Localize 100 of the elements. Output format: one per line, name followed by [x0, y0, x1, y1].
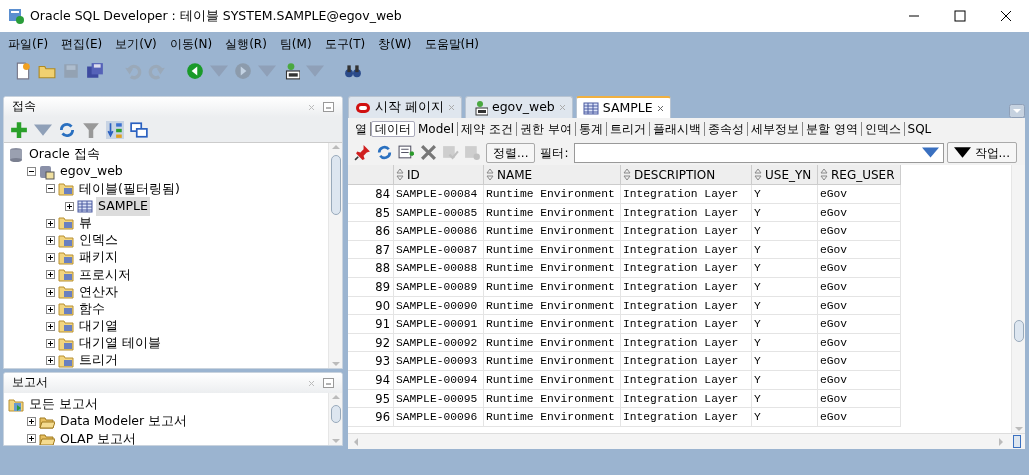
- sub-tab[interactable]: 인덱스: [861, 122, 905, 136]
- expand-icon[interactable]: [46, 236, 55, 246]
- row-number: 95: [348, 389, 394, 409]
- menu-item[interactable]: 이동(N): [169, 35, 213, 53]
- scroll-down-icon[interactable]: [330, 360, 341, 368]
- expand-icon[interactable]: [46, 287, 55, 297]
- editor-tab[interactable]: 시작 페이지: [348, 96, 462, 118]
- table-cell: eGov: [818, 352, 901, 371]
- insert-row-icon[interactable]: [398, 144, 415, 161]
- scroll-left-icon[interactable]: [352, 436, 360, 447]
- expand-icon[interactable]: [46, 339, 55, 349]
- sub-tab[interactable]: 세부정보: [747, 122, 803, 136]
- sub-tab[interactable]: SQL: [904, 122, 935, 136]
- scrollbar-thumb[interactable]: [330, 155, 341, 215]
- tree-item[interactable]: 뷰: [77, 213, 94, 233]
- tree-item[interactable]: 함수: [77, 299, 107, 319]
- expand-icon[interactable]: [65, 201, 74, 211]
- tree-item[interactable]: Data Modeler 보고서: [58, 412, 190, 432]
- row-number: 93: [348, 352, 394, 371]
- tree-item[interactable]: 프로시저: [77, 265, 133, 285]
- minimize-icon[interactable]: [323, 378, 334, 388]
- sub-tab[interactable]: 플래시백: [649, 122, 705, 136]
- column-header[interactable]: NAME: [484, 165, 621, 185]
- expand-icon[interactable]: [46, 321, 55, 331]
- refresh-icon[interactable]: [376, 144, 393, 161]
- sub-tab[interactable]: Model: [415, 122, 459, 136]
- new-file-icon[interactable]: [14, 62, 32, 80]
- scrollbar-thumb[interactable]: [1013, 435, 1021, 448]
- menu-item[interactable]: 파일(F): [8, 35, 49, 53]
- menu-item[interactable]: 창(W): [378, 35, 412, 53]
- menu-item[interactable]: 도움말(H): [424, 35, 479, 53]
- close-icon[interactable]: [656, 104, 664, 112]
- expand-icon[interactable]: [46, 304, 55, 314]
- back-icon[interactable]: [186, 62, 204, 80]
- menu-item[interactable]: 편집(E): [61, 35, 103, 53]
- windows-icon[interactable]: [130, 120, 148, 139]
- filter-label: 필터:: [540, 144, 569, 162]
- tree-item[interactable]: Oracle 접속: [27, 145, 102, 164]
- sub-tab[interactable]: 권한 부여: [516, 122, 576, 136]
- tree-item[interactable]: OLAP 보고서: [58, 429, 139, 445]
- sub-tab[interactable]: 데이터: [371, 121, 415, 137]
- actions-button[interactable]: 작업...: [946, 142, 1017, 163]
- row-number: 84: [348, 185, 394, 204]
- scrollbar-thumb[interactable]: [330, 405, 341, 423]
- binoculars-icon[interactable]: [344, 62, 362, 80]
- tree-item[interactable]: 대기열: [77, 317, 120, 336]
- column-header[interactable]: REG_USER: [818, 165, 901, 185]
- expand-icon[interactable]: [46, 356, 55, 366]
- menu-item[interactable]: 도구(T): [324, 35, 366, 53]
- scroll-right-icon[interactable]: [997, 436, 1005, 447]
- expand-icon[interactable]: [46, 218, 55, 228]
- editor-tab[interactable]: egov_web: [465, 96, 573, 118]
- rollback-icon[interactable]: [464, 144, 481, 161]
- delete-icon[interactable]: [420, 144, 437, 161]
- tree-item[interactable]: 대기열 테이블: [77, 334, 163, 354]
- tree-item[interactable]: 연산자: [77, 282, 120, 302]
- commit-icon[interactable]: [442, 144, 459, 161]
- minimize-icon[interactable]: [323, 102, 334, 112]
- folder-icon: [58, 301, 74, 318]
- scroll-down-icon[interactable]: [330, 437, 341, 445]
- row-number: 91: [348, 315, 394, 334]
- menu-item[interactable]: 실행(R): [225, 35, 267, 53]
- column-header[interactable]: DESCRIPTION: [621, 165, 752, 185]
- column-header[interactable]: USE_YN: [752, 165, 818, 185]
- filter-field[interactable]: [573, 142, 944, 163]
- expand-icon[interactable]: [46, 253, 55, 263]
- collapse-icon[interactable]: [46, 184, 55, 194]
- scrollbar-thumb[interactable]: [1013, 320, 1024, 342]
- sub-tab[interactable]: 통계: [575, 122, 607, 136]
- menu-item[interactable]: 팀(M): [279, 35, 312, 53]
- sub-tab[interactable]: 종속성: [704, 122, 748, 136]
- row-number: 90: [348, 296, 394, 316]
- sub-tab[interactable]: 분할 영역: [802, 122, 862, 136]
- collapse-icon[interactable]: [27, 167, 36, 177]
- schema-browser-icon[interactable]: [106, 120, 124, 139]
- sub-tab[interactable]: 제약 조건: [458, 122, 517, 136]
- disks-icon[interactable]: [86, 62, 104, 80]
- sort-button[interactable]: 정렬...: [486, 142, 536, 163]
- tree-item[interactable]: 패키지: [77, 248, 120, 268]
- tree-item[interactable]: egov_web: [58, 162, 125, 182]
- tree-item[interactable]: 인덱스: [77, 231, 120, 250]
- add-icon[interactable]: [10, 120, 28, 139]
- dropdown-icon[interactable]: [921, 144, 939, 161]
- menu-item[interactable]: 보기(V): [115, 35, 157, 53]
- folder-icon: [58, 284, 74, 301]
- tree-item[interactable]: 트리거: [77, 351, 120, 368]
- tree-item[interactable]: SAMPLE: [96, 196, 150, 216]
- column-header[interactable]: ID: [394, 165, 484, 185]
- refresh-icon[interactable]: [58, 120, 76, 139]
- expand-icon[interactable]: [27, 417, 36, 427]
- sub-tab[interactable]: 트리거: [606, 122, 650, 136]
- pin-icon[interactable]: [354, 144, 371, 161]
- tab-list-icon[interactable]: [1009, 104, 1025, 118]
- filter-icon[interactable]: [82, 120, 100, 139]
- expand-icon[interactable]: [27, 434, 36, 444]
- table-cell: Y: [752, 240, 818, 260]
- tree-item[interactable]: 테이블(필터링됨): [77, 179, 182, 199]
- expand-icon[interactable]: [46, 270, 55, 280]
- editor-tab[interactable]: SAMPLE: [575, 96, 671, 118]
- tree-item[interactable]: 모든 보고서: [27, 395, 100, 414]
